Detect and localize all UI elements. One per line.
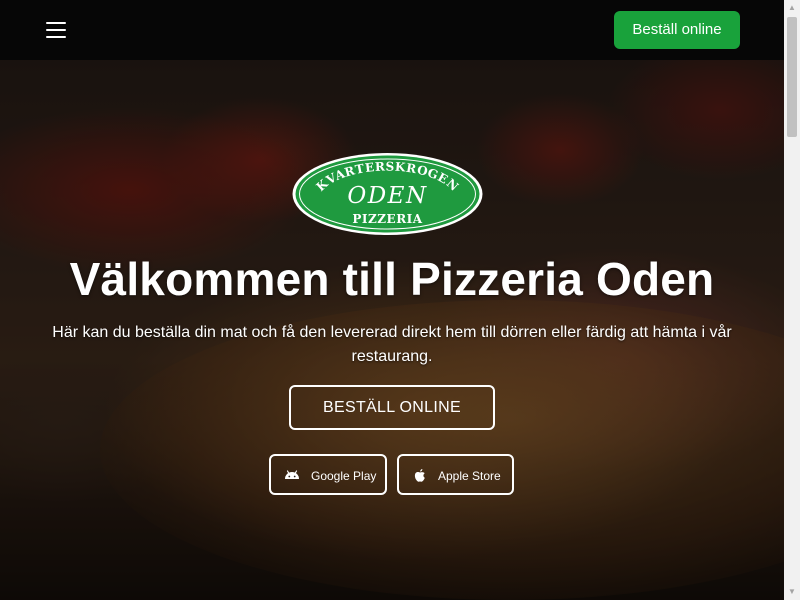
pizzeria-oden-logo[interactable]: KVARTERSKROGEN ODEN PIZZERIA	[291, 152, 484, 236]
order-online-button[interactable]: Beställ online	[614, 11, 740, 49]
android-icon	[285, 470, 299, 479]
hamburger-line	[46, 22, 66, 24]
navbar: Beställ online	[0, 0, 784, 60]
apple-icon	[414, 469, 425, 482]
order-online-cta-button[interactable]: BESTÄLL ONLINE	[289, 385, 495, 430]
google-play-button[interactable]: Google Play	[269, 454, 387, 495]
apple-store-button[interactable]: Apple Store	[397, 454, 514, 495]
hero-title: Välkommen till Pizzeria Oden	[69, 253, 715, 305]
hero-subtitle: Här kan du beställa din mat och få den l…	[52, 324, 732, 365]
hamburger-line	[46, 29, 66, 31]
google-play-label: Google Play	[311, 469, 377, 483]
hamburger-menu-icon[interactable]	[46, 20, 68, 40]
scroll-up-icon[interactable]: ▲	[784, 0, 800, 16]
page: Beställ online KVARTERSKROGEN ODEN PIZZE…	[0, 0, 800, 600]
apple-store-label: Apple Store	[438, 469, 501, 483]
logo-bottom-text: PIZZERIA	[352, 212, 422, 226]
scrollbar-thumb[interactable]	[787, 17, 797, 137]
scroll-down-icon[interactable]: ▼	[784, 584, 800, 600]
logo-middle-text: ODEN	[347, 183, 427, 209]
hamburger-line	[46, 36, 66, 38]
vertical-scrollbar[interactable]: ▲ ▼	[784, 0, 800, 600]
